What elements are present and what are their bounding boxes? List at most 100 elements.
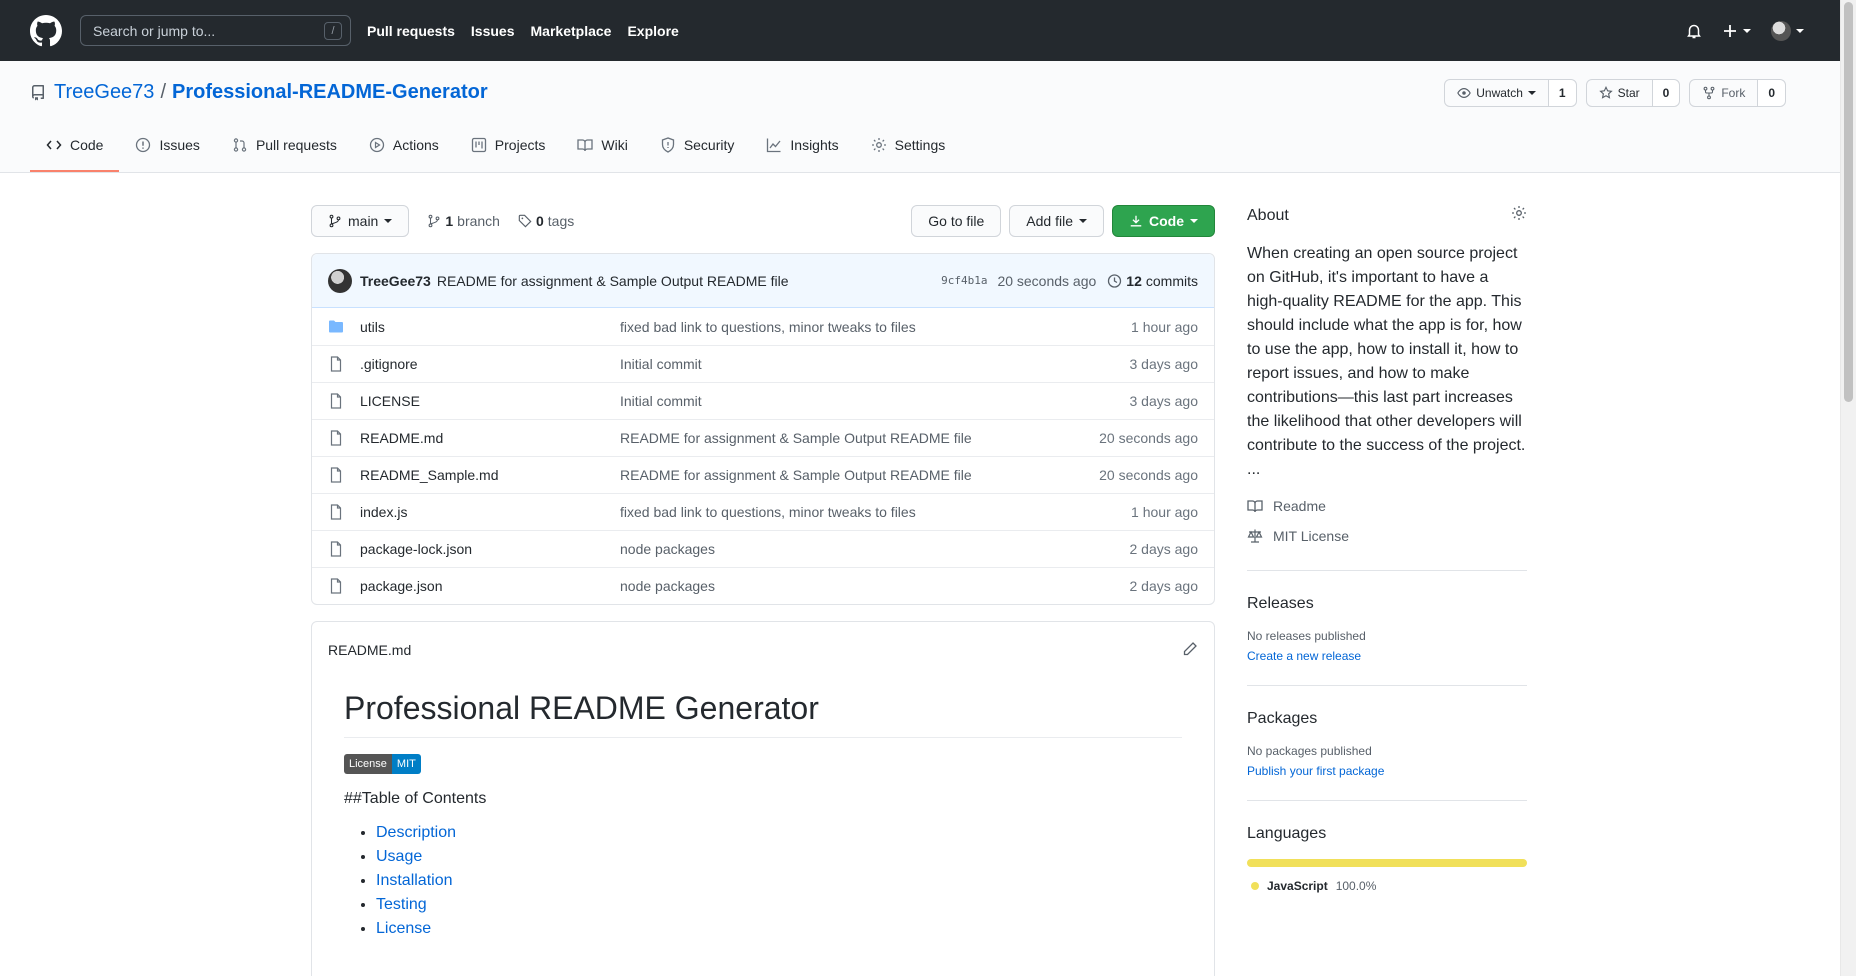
gear-icon[interactable] bbox=[1511, 205, 1527, 226]
page-scrollbar[interactable] bbox=[1840, 0, 1856, 976]
branches-link[interactable]: 1 branch bbox=[427, 213, 500, 229]
commit-sha[interactable]: 9cf4b1a bbox=[941, 274, 987, 287]
license-link[interactable]: MIT License bbox=[1247, 528, 1527, 544]
readme-header: README.md bbox=[312, 622, 1214, 678]
toc-link-license[interactable]: License bbox=[376, 920, 431, 937]
repo-name-link[interactable]: Professional-README-Generator bbox=[172, 81, 488, 104]
create-release-link[interactable]: Create a new release bbox=[1247, 649, 1361, 663]
tab-projects[interactable]: Projects bbox=[455, 120, 562, 172]
user-avatar-menu[interactable] bbox=[1771, 20, 1804, 41]
table-row[interactable]: LICENSE Initial commit 3 days ago bbox=[312, 382, 1214, 419]
tag-label: tags bbox=[547, 213, 575, 229]
star-count[interactable]: 0 bbox=[1652, 80, 1680, 106]
commit-message[interactable]: README for assignment & Sample Output RE… bbox=[437, 273, 789, 289]
toc-link-testing[interactable]: Testing bbox=[376, 896, 427, 913]
file-name-link[interactable]: README_Sample.md bbox=[360, 467, 620, 483]
file-navigation: main 1 branch 0 tags Go to file Add file… bbox=[311, 205, 1215, 237]
file-commit-message[interactable]: README for assignment & Sample Output RE… bbox=[620, 467, 1099, 483]
fork-count[interactable]: 0 bbox=[1758, 80, 1785, 106]
global-header: Search or jump to... / Pull requests Iss… bbox=[0, 0, 1840, 61]
file-commit-message[interactable]: fixed bad link to questions, minor tweak… bbox=[620, 504, 1131, 520]
search-input[interactable]: Search or jump to... / bbox=[80, 15, 351, 46]
publish-package-link[interactable]: Publish your first package bbox=[1247, 764, 1384, 778]
branch-label: branch bbox=[457, 213, 500, 229]
list-item: Testing bbox=[376, 896, 1182, 914]
file-commit-message[interactable]: Initial commit bbox=[620, 356, 1130, 372]
tab-code[interactable]: Code bbox=[30, 120, 120, 172]
language-name: JavaScript bbox=[1267, 879, 1328, 893]
file-name-link[interactable]: package.json bbox=[360, 578, 620, 594]
file-icon bbox=[328, 393, 344, 409]
toc-link-description[interactable]: Description bbox=[376, 824, 456, 841]
table-row[interactable]: README.md README for assignment & Sample … bbox=[312, 419, 1214, 456]
file-name-link[interactable]: utils bbox=[360, 319, 620, 335]
readme-filename[interactable]: README.md bbox=[328, 642, 411, 658]
search-shortcut-key: / bbox=[324, 22, 342, 40]
code-download-button[interactable]: Code bbox=[1112, 205, 1215, 237]
tab-wiki[interactable]: Wiki bbox=[561, 120, 643, 172]
file-name-link[interactable]: index.js bbox=[360, 504, 620, 520]
toc-link-installation[interactable]: Installation bbox=[376, 872, 453, 889]
nav-marketplace[interactable]: Marketplace bbox=[531, 23, 612, 39]
table-row[interactable]: utils fixed bad link to questions, minor … bbox=[312, 308, 1214, 345]
folder-icon bbox=[328, 319, 344, 335]
file-commit-message[interactable]: node packages bbox=[620, 578, 1130, 594]
commits-link[interactable]: 12 commits bbox=[1106, 273, 1198, 289]
releases-heading[interactable]: Releases bbox=[1247, 595, 1527, 613]
table-row[interactable]: index.js fixed bad link to questions, min… bbox=[312, 493, 1214, 530]
tab-insights[interactable]: Insights bbox=[750, 120, 854, 172]
star-button[interactable]: Star bbox=[1587, 80, 1653, 106]
file-list: utils fixed bad link to questions, minor … bbox=[312, 308, 1214, 604]
file-icon bbox=[328, 430, 344, 446]
file-name-link[interactable]: LICENSE bbox=[360, 393, 620, 409]
file-name-link[interactable]: README.md bbox=[360, 430, 620, 446]
file-commit-message[interactable]: fixed bad link to questions, minor tweak… bbox=[620, 319, 1131, 335]
tab-insights-label: Insights bbox=[790, 137, 839, 153]
nav-explore[interactable]: Explore bbox=[627, 23, 678, 39]
language-item[interactable]: JavaScript 100.0% bbox=[1247, 879, 1527, 893]
language-bar bbox=[1247, 859, 1527, 867]
add-file-button[interactable]: Add file bbox=[1009, 205, 1104, 237]
file-commit-message[interactable]: Initial commit bbox=[620, 393, 1130, 409]
repo-nav-tabs: Code Issues Pull requests Actions Projec… bbox=[30, 120, 961, 172]
file-commit-message[interactable]: node packages bbox=[620, 541, 1130, 557]
commit-author[interactable]: TreeGee73 bbox=[360, 273, 431, 289]
add-file-label: Add file bbox=[1026, 213, 1073, 229]
file-name-link[interactable]: .gitignore bbox=[360, 356, 620, 372]
unwatch-button[interactable]: Unwatch bbox=[1445, 80, 1549, 106]
notifications-bell-icon[interactable] bbox=[1686, 23, 1702, 39]
file-browser: TreeGee73 README for assignment & Sample… bbox=[311, 253, 1215, 605]
avatar[interactable] bbox=[328, 268, 352, 293]
star-icon bbox=[1598, 86, 1613, 99]
table-row[interactable]: package.json node packages 2 days ago bbox=[312, 567, 1214, 604]
table-row[interactable]: README_Sample.md README for assignment & … bbox=[312, 456, 1214, 493]
toc-link-usage[interactable]: Usage bbox=[376, 848, 422, 865]
tags-link[interactable]: 0 tags bbox=[518, 213, 574, 229]
fork-button[interactable]: Fork bbox=[1690, 80, 1759, 106]
tab-issues[interactable]: Issues bbox=[119, 120, 215, 172]
nav-pull-requests[interactable]: Pull requests bbox=[367, 23, 455, 39]
repo-owner-link[interactable]: TreeGee73 bbox=[54, 81, 154, 104]
github-logo-icon[interactable] bbox=[30, 14, 62, 47]
about-title: About bbox=[1247, 206, 1289, 224]
file-commit-message[interactable]: README for assignment & Sample Output RE… bbox=[620, 430, 1099, 446]
file-name-link[interactable]: package-lock.json bbox=[360, 541, 620, 557]
tab-projects-label: Projects bbox=[494, 137, 546, 153]
table-row[interactable]: package-lock.json node packages 2 days ago bbox=[312, 530, 1214, 567]
go-to-file-button[interactable]: Go to file bbox=[911, 205, 1002, 237]
watch-count[interactable]: 1 bbox=[1548, 80, 1576, 106]
table-row[interactable]: .gitignore Initial commit 3 days ago bbox=[312, 345, 1214, 382]
tab-pull-requests[interactable]: Pull requests bbox=[216, 120, 353, 172]
create-new-plus-icon[interactable] bbox=[1722, 23, 1751, 39]
packages-heading[interactable]: Packages bbox=[1247, 710, 1527, 728]
scrollbar-thumb[interactable] bbox=[1844, 2, 1853, 402]
readme-panel: README.md Professional README Generator … bbox=[311, 621, 1215, 976]
tab-settings[interactable]: Settings bbox=[855, 120, 962, 172]
branch-select-button[interactable]: main bbox=[311, 205, 410, 237]
nav-issues[interactable]: Issues bbox=[471, 23, 515, 39]
tab-security[interactable]: Security bbox=[644, 120, 751, 172]
tab-actions[interactable]: Actions bbox=[353, 120, 455, 172]
readme-link[interactable]: Readme bbox=[1247, 498, 1527, 514]
edit-pencil-icon[interactable] bbox=[1182, 641, 1198, 660]
license-badge[interactable]: License MIT bbox=[344, 754, 421, 774]
